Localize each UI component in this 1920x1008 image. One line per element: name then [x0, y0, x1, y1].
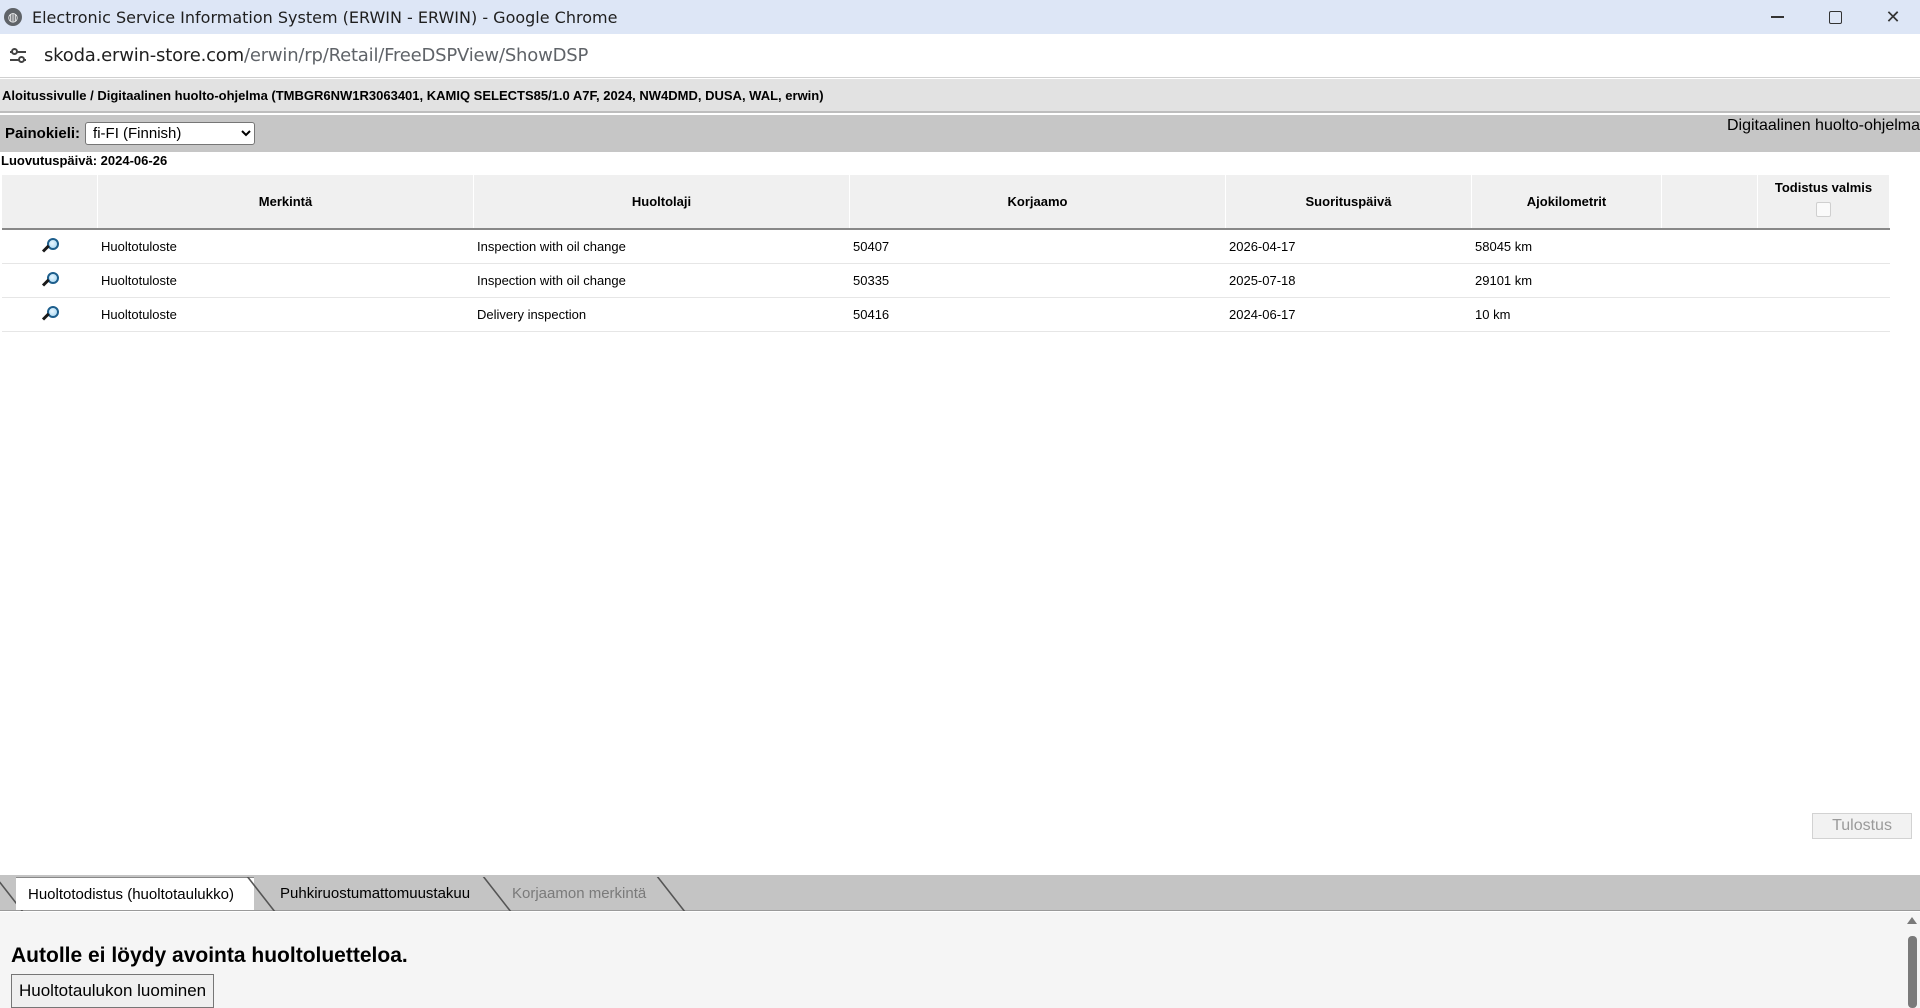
service-table: Merkintä Huoltolaji Korjaamo Suorituspäi… — [2, 175, 1890, 332]
language-select[interactable]: fi-FI (Finnish) — [85, 122, 256, 145]
header-cell-ajokilometrit: Ajokilometrit — [1472, 175, 1662, 228]
url-text[interactable]: skoda.erwin-store.com/erwin/rp/Retail/Fr… — [44, 45, 588, 66]
tab-huoltotodistus[interactable]: Huoltotodistus (huoltotaulukko) — [16, 877, 254, 910]
view-button[interactable] — [2, 298, 98, 331]
cell-empty — [1662, 264, 1758, 297]
cell-korjaamo: 50416 — [853, 307, 890, 322]
table-row: Huoltotuloste Inspection with oil change… — [2, 264, 1890, 298]
header-cell-huoltolaji: Huoltolaji — [474, 175, 850, 228]
maximize-button[interactable] — [1806, 0, 1864, 34]
magnifier-icon — [39, 303, 63, 327]
cell-merkinta: Huoltotuloste — [101, 307, 177, 322]
view-button[interactable] — [2, 264, 98, 297]
minimize-icon — [1770, 16, 1784, 18]
cell-ajokilometrit: 29101 km — [1475, 273, 1533, 288]
cell-korjaamo: 50407 — [853, 239, 890, 254]
no-service-list-message: Autolle ei löydy avointa huoltoluetteloa… — [11, 944, 408, 967]
language-bar: Painokieli: fi-FI (Finnish) Digitaalinen… — [0, 115, 1920, 152]
close-icon: ✕ — [1885, 6, 1901, 28]
cell-todistus — [1758, 230, 1890, 263]
cell-suorituspaiva: 2025-07-18 — [1229, 273, 1296, 288]
cell-todistus — [1758, 264, 1890, 297]
todistus-valmis-label: Todistus valmis — [1774, 180, 1873, 195]
cell-merkinta: Huoltotuloste — [101, 273, 177, 288]
cell-empty — [1662, 298, 1758, 331]
maximize-icon — [1828, 10, 1842, 24]
tab-korjaamon-merkinta[interactable]: Korjaamon merkintä — [502, 877, 682, 910]
header-cell-empty — [1662, 175, 1758, 228]
header-cell-korjaamo: Korjaamo — [850, 175, 1226, 228]
cell-huoltolaji: Delivery inspection — [477, 307, 587, 322]
close-button[interactable]: ✕ — [1864, 0, 1920, 34]
header-cell-suorituspaiva: Suorituspäivä — [1226, 175, 1472, 228]
tab-puhkiruostumattomuustakuu[interactable]: Puhkiruostumattomuustakuu — [268, 877, 488, 910]
cell-todistus — [1758, 298, 1890, 331]
tab-bar: Huoltotodistus (huoltotaulukko) Puhkiruo… — [0, 875, 1920, 911]
url-path: /erwin/rp/Retail/FreeDSPView/ShowDSP — [243, 45, 589, 66]
page-title: Digitaalinen huolto-ohjelma — [1726, 117, 1920, 134]
create-service-table-button[interactable]: Huoltotaulukon luominen — [11, 974, 215, 1008]
header-cell-icon — [2, 175, 98, 228]
cell-huoltolaji: Inspection with oil change — [477, 273, 626, 288]
cell-merkinta: Huoltotuloste — [101, 239, 177, 254]
minimize-button[interactable] — [1748, 0, 1806, 34]
scrollbar[interactable] — [1904, 912, 1920, 1008]
view-button[interactable] — [2, 230, 98, 263]
window-titlebar: ◍ Electronic Service Information System … — [0, 0, 1920, 34]
window-title: Electronic Service Information System (E… — [32, 7, 618, 27]
table-row: Huoltotuloste Inspection with oil change… — [2, 230, 1890, 264]
table-row: Huoltotuloste Delivery inspection 50416 … — [2, 298, 1890, 332]
cell-korjaamo: 50335 — [853, 273, 890, 288]
scrollbar-thumb[interactable] — [1908, 936, 1917, 1008]
breadcrumb: Aloitussivulle / Digitaalinen huolto-ohj… — [0, 79, 1920, 113]
cell-huoltolaji: Inspection with oil change — [477, 239, 626, 254]
cell-suorituspaiva: 2026-04-17 — [1229, 239, 1296, 254]
address-bar[interactable]: skoda.erwin-store.com/erwin/rp/Retail/Fr… — [0, 34, 1920, 78]
table-header: Merkintä Huoltolaji Korjaamo Suorituspäi… — [2, 175, 1890, 230]
header-cell-todistus-valmis: Todistus valmis — [1758, 175, 1890, 228]
language-label: Painokieli: — [5, 125, 81, 142]
cell-empty — [1662, 230, 1758, 263]
magnifier-icon — [39, 269, 63, 293]
globe-icon: ◍ — [4, 8, 22, 26]
cell-suorituspaiva: 2024-06-17 — [1229, 307, 1296, 322]
todistus-valmis-checkbox[interactable] — [1816, 202, 1831, 217]
magnifier-icon — [39, 235, 63, 259]
cell-ajokilometrit: 58045 km — [1475, 239, 1533, 254]
url-host: skoda.erwin-store.com — [44, 45, 244, 66]
tune-icon[interactable] — [8, 46, 28, 66]
tab-content: Autolle ei löydy avointa huoltoluetteloa… — [0, 912, 1920, 1008]
delivery-date: Luovutuspäivä: 2024-06-26 — [1, 153, 168, 168]
scroll-up-icon[interactable] — [1907, 917, 1917, 924]
cell-ajokilometrit: 10 km — [1475, 307, 1511, 322]
print-button[interactable]: Tulostus — [1812, 813, 1912, 839]
header-cell-merkinta: Merkintä — [98, 175, 474, 228]
